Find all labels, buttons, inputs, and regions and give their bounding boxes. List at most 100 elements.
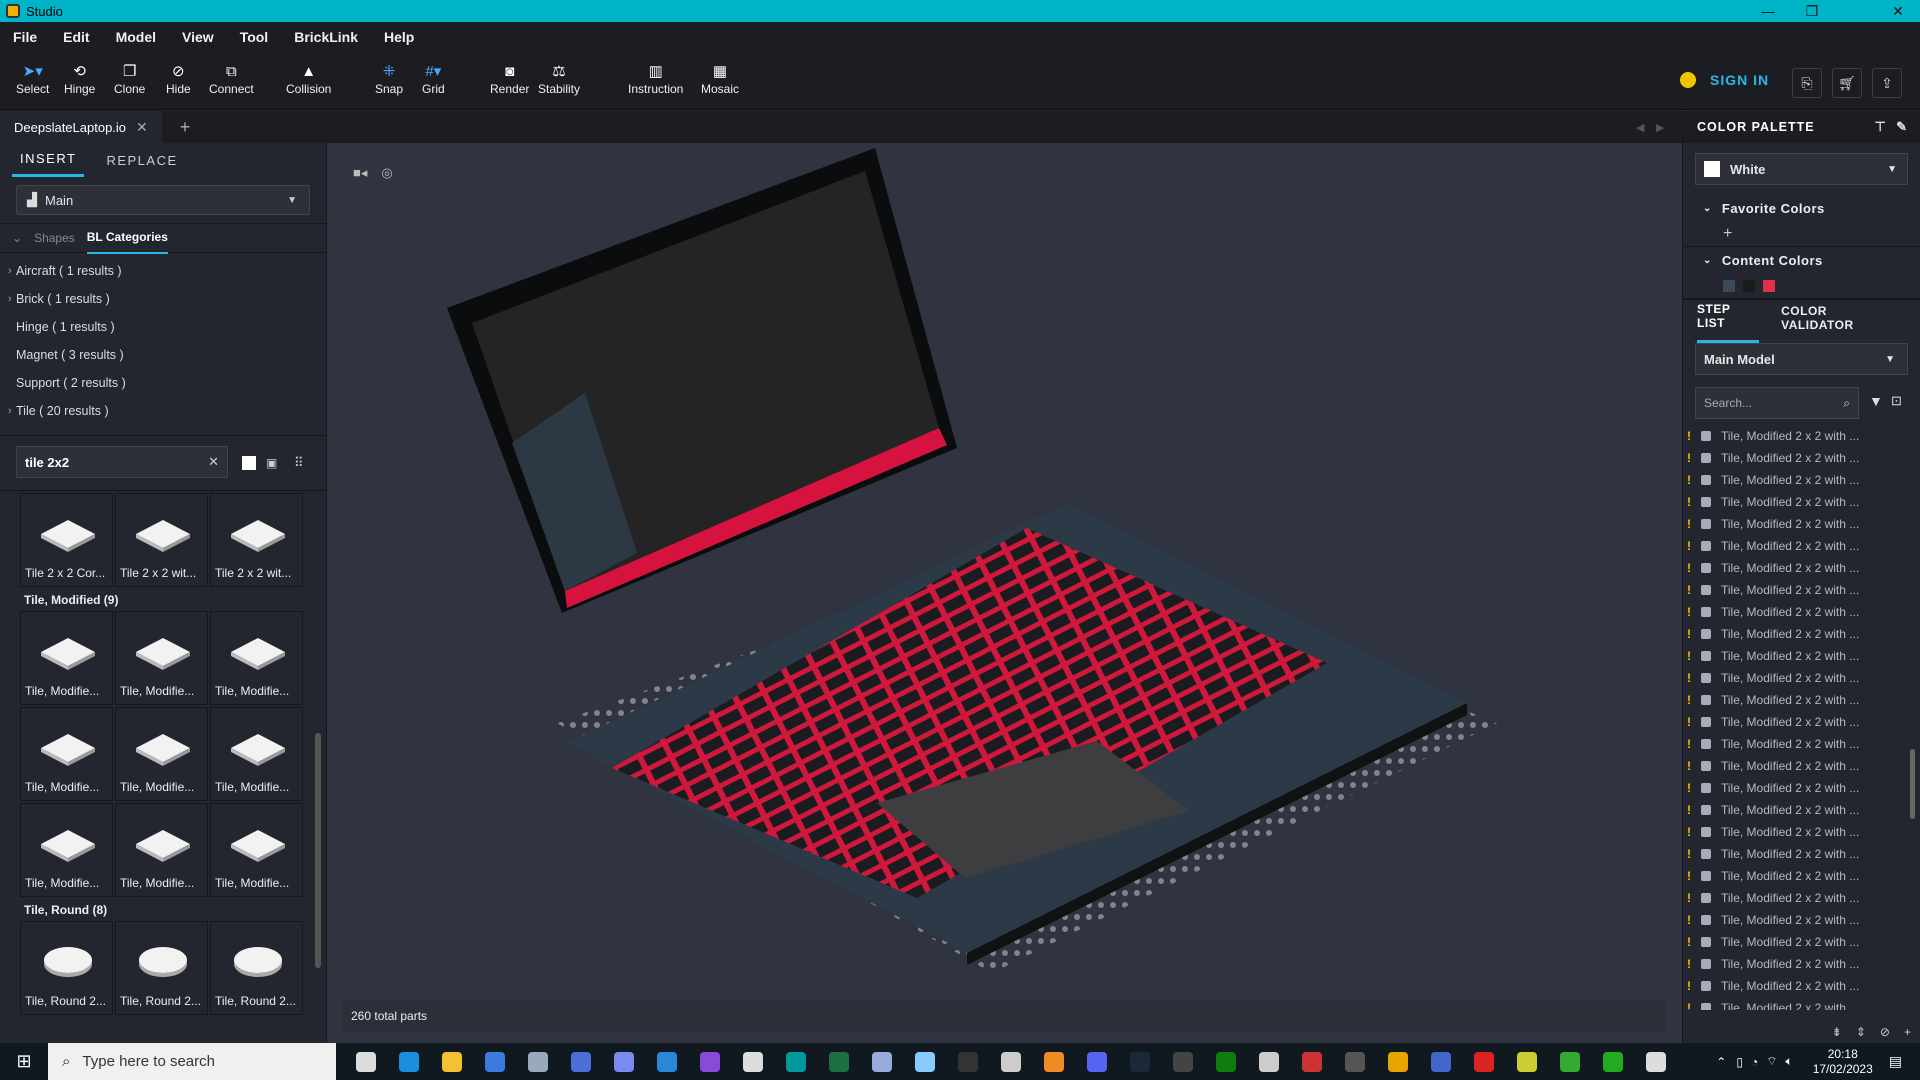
step-list-scrollbar[interactable] [1910, 749, 1915, 819]
wow-icon[interactable] [1376, 1043, 1419, 1080]
taskbar-search-input[interactable]: ⌕ Type here to search [48, 1043, 336, 1080]
clone-tool-button[interactable]: ❐ Clone [114, 62, 145, 96]
sign-in-button[interactable]: SIGN IN [1680, 72, 1769, 88]
arduino-icon[interactable] [774, 1043, 817, 1080]
paint-roller-icon[interactable]: ⊤ [1875, 119, 1887, 134]
part-item[interactable]: Tile, Round 2... [210, 921, 303, 1015]
step-list-item[interactable]: ! Tile, Modified 2 x 2 with ... [1683, 799, 1911, 821]
app-icon[interactable] [1290, 1043, 1333, 1080]
menu-edit[interactable]: Edit [50, 29, 102, 45]
step-list-item[interactable]: ! Tile, Modified 2 x 2 with ... [1683, 689, 1911, 711]
step-list-item[interactable]: ! Tile, Modified 2 x 2 with ... [1683, 711, 1911, 733]
step-list-item[interactable]: ! Tile, Modified 2 x 2 with ... [1683, 887, 1911, 909]
step-list-item[interactable]: ! Tile, Modified 2 x 2 with ... [1683, 667, 1911, 689]
step-search-input[interactable]: Search... ⌕ [1695, 387, 1859, 419]
app-icon[interactable] [559, 1043, 602, 1080]
part-item[interactable]: Tile, Modifie... [115, 707, 208, 801]
xbox-icon[interactable] [1204, 1043, 1247, 1080]
category-item-hinge[interactable]: Hinge ( 1 results ) [0, 313, 326, 341]
network-icon[interactable]: ◔ [1751, 1055, 1758, 1069]
restore-button[interactable]: ❐ [1790, 0, 1834, 22]
part-item[interactable]: Tile, Modifie... [210, 803, 303, 897]
connect-tool-button[interactable]: ⧉ Connect [209, 62, 254, 96]
single-view-icon[interactable] [242, 456, 256, 470]
add-favorite-color-icon[interactable]: + [1723, 225, 1732, 243]
close-tab-icon[interactable]: ✕ [136, 119, 148, 136]
step-list-item[interactable]: ! Tile, Modified 2 x 2 with ... [1683, 491, 1911, 513]
part-item[interactable]: Tile, Modifie... [20, 611, 113, 705]
menu-model[interactable]: Model [103, 29, 169, 45]
step-list-item[interactable]: ! Tile, Modified 2 x 2 with ... [1683, 425, 1911, 447]
part-item[interactable]: Tile, Modifie... [115, 611, 208, 705]
tab-scroll-right-icon[interactable]: ▶ [1656, 121, 1664, 134]
step-list-item[interactable]: ! Tile, Modified 2 x 2 with ... [1683, 557, 1911, 579]
part-grid-scrollbar[interactable] [315, 733, 321, 968]
eyedropper-icon[interactable]: ✎ [1896, 119, 1908, 134]
instruction-tool-button[interactable]: ▥ Instruction [628, 62, 683, 96]
step-list-item[interactable]: ! Tile, Modified 2 x 2 with ... [1683, 909, 1911, 931]
tab-insert[interactable]: INSERT [12, 143, 85, 177]
tab-bl-categories[interactable]: BL Categories [86, 222, 168, 254]
step-list-item[interactable]: ! Tile, Modified 2 x 2 with ... [1683, 975, 1911, 997]
step-list-item[interactable]: ! Tile, Modified 2 x 2 with ... [1683, 513, 1911, 535]
upload-button[interactable]: ⇪ [1872, 68, 1902, 98]
obs-icon[interactable] [1161, 1043, 1204, 1080]
content-color-swatch[interactable] [1743, 279, 1755, 292]
app-icon[interactable] [1462, 1043, 1505, 1080]
mosaic-tool-button[interactable]: ▦ Mosaic [701, 62, 739, 96]
step-list-item[interactable]: ! Tile, Modified 2 x 2 with ... [1683, 843, 1911, 865]
part-item[interactable]: Tile, Modifie... [210, 611, 303, 705]
collision-tool-button[interactable]: ▲ Collision [286, 62, 331, 96]
category-item-tile[interactable]: › Tile ( 20 results ) [0, 397, 326, 425]
app-icon[interactable] [1505, 1043, 1548, 1080]
step-list-item[interactable]: ! Tile, Modified 2 x 2 with ... [1683, 579, 1911, 601]
category-item-aircraft[interactable]: › Aircraft ( 1 results ) [0, 257, 326, 285]
task-view-icon[interactable] [344, 1043, 387, 1080]
collapse-icon[interactable]: ⇟ [1832, 1025, 1842, 1039]
expand-icon[interactable]: ⇕ [1856, 1025, 1866, 1039]
app-icon[interactable] [989, 1043, 1032, 1080]
step-list-item[interactable]: ! Tile, Modified 2 x 2 with ... [1683, 931, 1911, 953]
import-button[interactable]: ⎘ [1792, 68, 1822, 98]
unity-icon[interactable] [1634, 1043, 1677, 1080]
blender-icon[interactable] [1032, 1043, 1075, 1080]
app-icon[interactable] [1591, 1043, 1634, 1080]
step-list-item[interactable]: ! Tile, Modified 2 x 2 with ... [1683, 755, 1911, 777]
grid-tool-button[interactable]: #▾ Grid [422, 62, 445, 96]
vscode-icon[interactable] [645, 1043, 688, 1080]
snap-tool-button[interactable]: ⁜ Snap [375, 62, 403, 96]
model-select-dropdown[interactable]: Main Model ▼ [1695, 343, 1908, 375]
category-item-magnet[interactable]: Magnet ( 3 results ) [0, 341, 326, 369]
app-icon[interactable] [516, 1043, 559, 1080]
step-list-item[interactable]: ! Tile, Modified 2 x 2 with ... [1683, 535, 1911, 557]
step-list-item[interactable]: ! Tile, Modified 2 x 2 with ... [1683, 447, 1911, 469]
step-list-item[interactable]: ! Tile, Modified 2 x 2 with ... [1683, 645, 1911, 667]
app-icon[interactable] [602, 1043, 645, 1080]
category-item-support[interactable]: Support ( 2 results ) [0, 369, 326, 397]
chevron-down-icon[interactable]: ⌄ [12, 231, 22, 245]
edge-icon[interactable] [387, 1043, 430, 1080]
github-icon[interactable] [731, 1043, 774, 1080]
part-item[interactable]: Tile, Round 2... [115, 921, 208, 1015]
app-icon[interactable] [1247, 1043, 1290, 1080]
part-item[interactable]: Tile 2 x 2 wit... [210, 493, 303, 587]
hinge-tool-button[interactable]: ⟲ Hinge [64, 62, 95, 96]
new-tab-button[interactable]: + [180, 117, 191, 138]
part-item[interactable]: Tile, Modifie... [210, 707, 303, 801]
part-item[interactable]: Tile, Modifie... [115, 803, 208, 897]
3d-viewport[interactable]: ■◂ ◎ 260 total parts [327, 143, 1682, 1043]
document-tab[interactable]: DeepslateLaptop.io ✕ [0, 111, 162, 143]
studio-icon[interactable] [1548, 1043, 1591, 1080]
select-tool-button[interactable]: ➤▾ Select [16, 62, 49, 96]
part-item[interactable]: Tile 2 x 2 wit... [115, 493, 208, 587]
explorer-icon[interactable] [430, 1043, 473, 1080]
step-list-item[interactable]: ! Tile, Modified 2 x 2 with ... [1683, 953, 1911, 975]
part-item[interactable]: Tile 2 x 2 Cor... [20, 493, 113, 587]
step-list-item[interactable]: ! Tile, Modified 2 x 2 with ... [1683, 601, 1911, 623]
step-list-item[interactable]: ! Tile, Modified 2 x 2 with ... [1683, 469, 1911, 491]
category-item-brick[interactable]: › Brick ( 1 results ) [0, 285, 326, 313]
app-icon[interactable] [860, 1043, 903, 1080]
steam-icon[interactable] [1118, 1043, 1161, 1080]
favorite-colors-section[interactable]: ⌄ Favorite Colors [1683, 195, 1920, 221]
tab-step-list[interactable]: STEP LIST [1697, 292, 1760, 343]
